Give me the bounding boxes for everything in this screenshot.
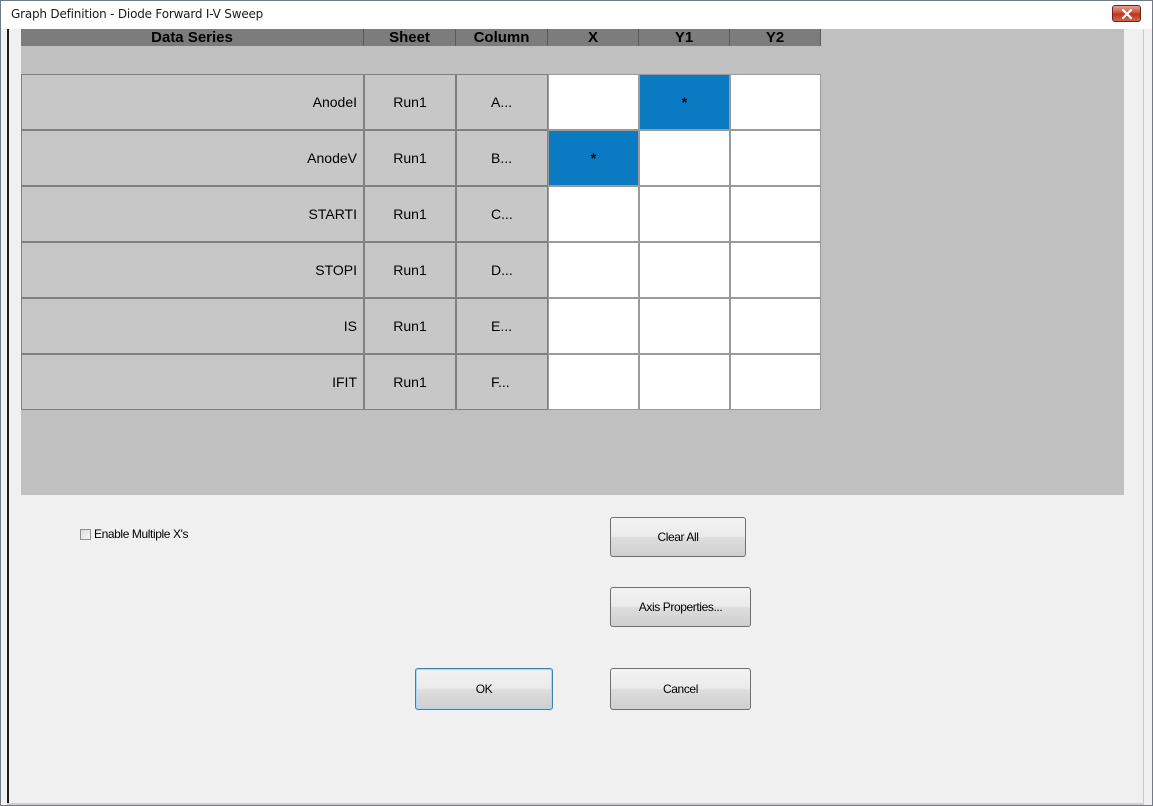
series-name-cell[interactable]: IFIT [21, 354, 364, 410]
x-select-cell[interactable]: * [548, 130, 639, 186]
y2-select-cell[interactable] [730, 186, 821, 242]
cancel-button[interactable]: Cancel [610, 668, 751, 710]
clear-all-button[interactable]: Clear All [610, 517, 746, 557]
y2-select-cell[interactable] [730, 242, 821, 298]
header-sheet: Sheet [364, 29, 456, 46]
y2-select-cell[interactable] [730, 74, 821, 130]
sheet-cell[interactable]: Run1 [364, 298, 456, 354]
header-column: Column [456, 29, 548, 46]
series-name-cell[interactable]: STARTI [21, 186, 364, 242]
y1-select-cell[interactable]: * [639, 74, 730, 130]
header-x: X [548, 29, 639, 46]
series-grid: Data Series Sheet Column X Y1 Y2 AnodeI … [21, 29, 1124, 495]
y1-select-cell[interactable] [639, 298, 730, 354]
window-frame-bottom [7, 803, 1144, 805]
column-cell[interactable]: E... [456, 298, 548, 354]
column-cell[interactable]: B... [456, 130, 548, 186]
header-y2: Y2 [730, 29, 821, 46]
sheet-cell[interactable]: Run1 [364, 354, 456, 410]
y1-select-cell[interactable] [639, 242, 730, 298]
column-cell[interactable]: C... [456, 186, 548, 242]
y2-select-cell[interactable] [730, 298, 821, 354]
title-bar: Graph Definition - Diode Forward I-V Swe… [1, 1, 1152, 29]
sheet-cell[interactable]: Run1 [364, 130, 456, 186]
y1-select-cell[interactable] [639, 130, 730, 186]
series-name-cell[interactable]: STOPI [21, 242, 364, 298]
y2-select-cell[interactable] [730, 354, 821, 410]
column-cell[interactable]: F... [456, 354, 548, 410]
header-y1: Y1 [639, 29, 730, 46]
window-frame-right [1143, 29, 1144, 805]
ok-button[interactable]: OK [415, 668, 553, 710]
window-frame-left [7, 29, 9, 805]
x-select-cell[interactable] [548, 354, 639, 410]
enable-multiple-x-checkbox[interactable] [80, 528, 91, 540]
series-name-cell[interactable]: AnodeI [21, 74, 364, 130]
y1-select-cell[interactable] [639, 186, 730, 242]
y2-select-cell[interactable] [730, 130, 821, 186]
sheet-cell[interactable]: Run1 [364, 186, 456, 242]
window-title: Graph Definition - Diode Forward I-V Swe… [11, 7, 264, 21]
header-data-series: Data Series [21, 29, 364, 46]
series-name-cell[interactable]: AnodeV [21, 130, 364, 186]
close-icon [1121, 8, 1132, 19]
series-name-cell[interactable]: IS [21, 298, 364, 354]
enable-multiple-x-option[interactable]: Enable Multiple X's [80, 527, 188, 541]
sheet-cell[interactable]: Run1 [364, 74, 456, 130]
x-select-cell[interactable] [548, 242, 639, 298]
graph-definition-dialog: Graph Definition - Diode Forward I-V Swe… [0, 0, 1153, 806]
enable-multiple-x-label: Enable Multiple X's [94, 527, 189, 541]
close-button[interactable] [1112, 5, 1141, 22]
column-cell[interactable]: D... [456, 242, 548, 298]
axis-properties-button[interactable]: Axis Properties... [610, 587, 751, 627]
x-select-cell[interactable] [548, 298, 639, 354]
column-cell[interactable]: A... [456, 74, 548, 130]
x-select-cell[interactable] [548, 74, 639, 130]
x-select-cell[interactable] [548, 186, 639, 242]
y1-select-cell[interactable] [639, 354, 730, 410]
sheet-cell[interactable]: Run1 [364, 242, 456, 298]
